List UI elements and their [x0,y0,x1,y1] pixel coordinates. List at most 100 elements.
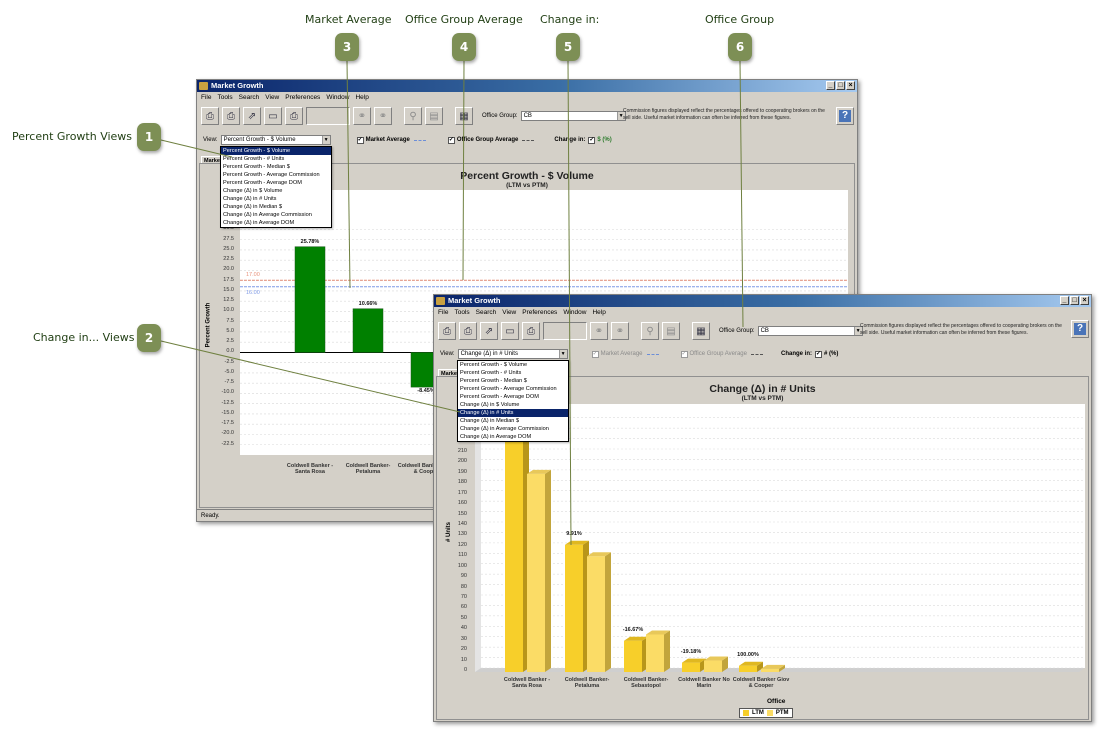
chevron-down-icon[interactable]: ▼ [558,350,567,358]
title-bar: Market Growth _ □ × [197,80,857,92]
view-row: View: Percent Growth - $ Volume ▼ ✓ Marke… [203,135,612,145]
menu-view[interactable]: View [265,93,279,103]
send-icon[interactable]: ▭ [501,322,519,340]
table-icon[interactable]: ▦ [455,107,473,125]
view-option[interactable]: Change (Δ) in Median $ [458,417,568,425]
print-icon[interactable]: ⎙ [222,107,240,125]
binoculars-next-icon[interactable]: ⚭ [611,322,629,340]
minimize-button[interactable]: _ [826,81,835,90]
bar-ptm[interactable] [646,634,664,672]
bar-ltm[interactable] [682,662,700,672]
bar-ltm[interactable] [624,640,642,672]
document-icon[interactable]: ▤ [662,322,680,340]
menu-tools[interactable]: Tools [217,93,232,103]
print-preview-icon[interactable]: ⎙ [438,322,456,340]
market-average-checkbox[interactable]: ✓ Market Average [356,136,426,144]
view-option[interactable]: Percent Growth - # Units [221,155,331,163]
help-button[interactable]: ? [1071,320,1089,338]
export-icon[interactable]: ⇗ [243,107,261,125]
bar[interactable] [294,246,326,353]
help-button[interactable]: ? [836,107,854,125]
bar-ltm[interactable] [505,426,523,672]
bar-ltm[interactable] [739,665,757,672]
view-option[interactable]: Change (Δ) in $ Volume [458,401,568,409]
menu-search[interactable]: Search [476,308,497,318]
view-option[interactable]: Change (Δ) in Average Commission [458,425,568,433]
callout-badge-4: 4 [452,33,476,61]
export-icon[interactable]: ⇗ [480,322,498,340]
y-tick-label: 210 [457,448,467,454]
view-option[interactable]: Percent Growth - Median $ [221,163,331,171]
view-option[interactable]: Change (Δ) in # Units [458,409,568,417]
menu-help[interactable]: Help [592,308,605,318]
lock-print-icon[interactable]: ⎙ [285,107,303,125]
lock-print-icon[interactable]: ⎙ [522,322,540,340]
y-tick-label: 10.0 [223,307,234,314]
menu-window[interactable]: Window [326,93,349,103]
office-group-average-checkbox[interactable]: ✓ Office Group Average [680,350,763,358]
view-option[interactable]: Percent Growth - $ Volume [221,147,331,155]
office-group-select[interactable]: CB ▼ [520,111,626,121]
send-icon[interactable]: ▭ [264,107,282,125]
view-label: View: [440,351,455,357]
market-average-checkbox[interactable]: ✓ Market Average [591,350,659,358]
menu-preferences[interactable]: Preferences [522,308,557,318]
table-icon[interactable]: ▦ [692,322,710,340]
view-option[interactable]: Percent Growth - Average DOM [458,393,568,401]
view-option[interactable]: Change (Δ) in # Units [221,195,331,203]
view-select[interactable]: Change (Δ) in # Units ▼ [457,349,568,359]
binoculars-icon[interactable]: ⚭ [590,322,608,340]
change-in-checkbox[interactable]: ✓ $ (%) [588,136,612,144]
menu-tools[interactable]: Tools [454,308,469,318]
toolbar-blank-field [543,322,587,340]
print-icon[interactable]: ⎙ [459,322,477,340]
bar-ptm[interactable] [587,556,605,672]
y-tick-label: 100 [457,562,467,569]
menu-file[interactable]: File [201,93,211,103]
zoom-icon[interactable]: ⚲ [641,322,659,340]
print-preview-icon[interactable]: ⎙ [201,107,219,125]
office-group-average-checkbox[interactable]: ✓ Office Group Average [447,136,535,144]
zoom-icon[interactable]: ⚲ [404,107,422,125]
change-in-checkbox[interactable]: ✓ # (%) [814,350,838,358]
binoculars-icon[interactable]: ⚭ [353,107,371,125]
view-option[interactable]: Change (Δ) in Average Commission [221,211,331,219]
menu-preferences[interactable]: Preferences [285,93,320,103]
minimize-button[interactable]: _ [1060,296,1069,305]
menu-window[interactable]: Window [563,308,586,318]
view-option[interactable]: Change (Δ) in Average DOM [221,219,331,227]
commission-info-text: Commission figures displayed reflect the… [623,108,825,121]
view-option[interactable]: Percent Growth - $ Volume [458,361,568,369]
bar-ptm[interactable] [527,473,545,672]
menu-file[interactable]: File [438,308,448,318]
view-option[interactable]: Change (Δ) in $ Volume [221,187,331,195]
view-option[interactable]: Percent Growth - Average Commission [221,171,331,179]
close-button[interactable]: × [846,81,855,90]
office-group-select[interactable]: CB ▼ [757,326,863,336]
bar-value-label: -19.18% [680,648,702,655]
menu-bar: File Tools Search View Preferences Windo… [434,308,1091,318]
view-option[interactable]: Percent Growth - Median $ [458,377,568,385]
view-option[interactable]: Percent Growth - # Units [458,369,568,377]
office-group-value: CB [760,328,769,334]
x-category-label: Coldwell Banker - Santa Rosa [286,463,334,475]
menu-view[interactable]: View [502,308,516,318]
chevron-down-icon[interactable]: ▼ [321,136,330,144]
view-option[interactable]: Percent Growth - Average DOM [221,179,331,187]
bar-ptm[interactable] [761,668,779,672]
bar-ltm[interactable] [565,544,583,672]
bar[interactable] [352,308,384,353]
binoculars-next-icon[interactable]: ⚭ [374,107,392,125]
maximize-button[interactable]: □ [1070,296,1079,305]
view-option[interactable]: Change (Δ) in Median $ [221,203,331,211]
menu-help[interactable]: Help [355,93,368,103]
close-button[interactable]: × [1080,296,1089,305]
view-option[interactable]: Change (Δ) in Average DOM [458,433,568,441]
view-option[interactable]: Percent Growth - Average Commission [458,385,568,393]
view-select[interactable]: Percent Growth - $ Volume ▼ [220,135,331,145]
maximize-button[interactable]: □ [836,81,845,90]
bar-ptm[interactable] [704,660,722,672]
document-icon[interactable]: ▤ [425,107,443,125]
market-average-value: 17.00 [246,272,260,279]
menu-search[interactable]: Search [239,93,260,103]
